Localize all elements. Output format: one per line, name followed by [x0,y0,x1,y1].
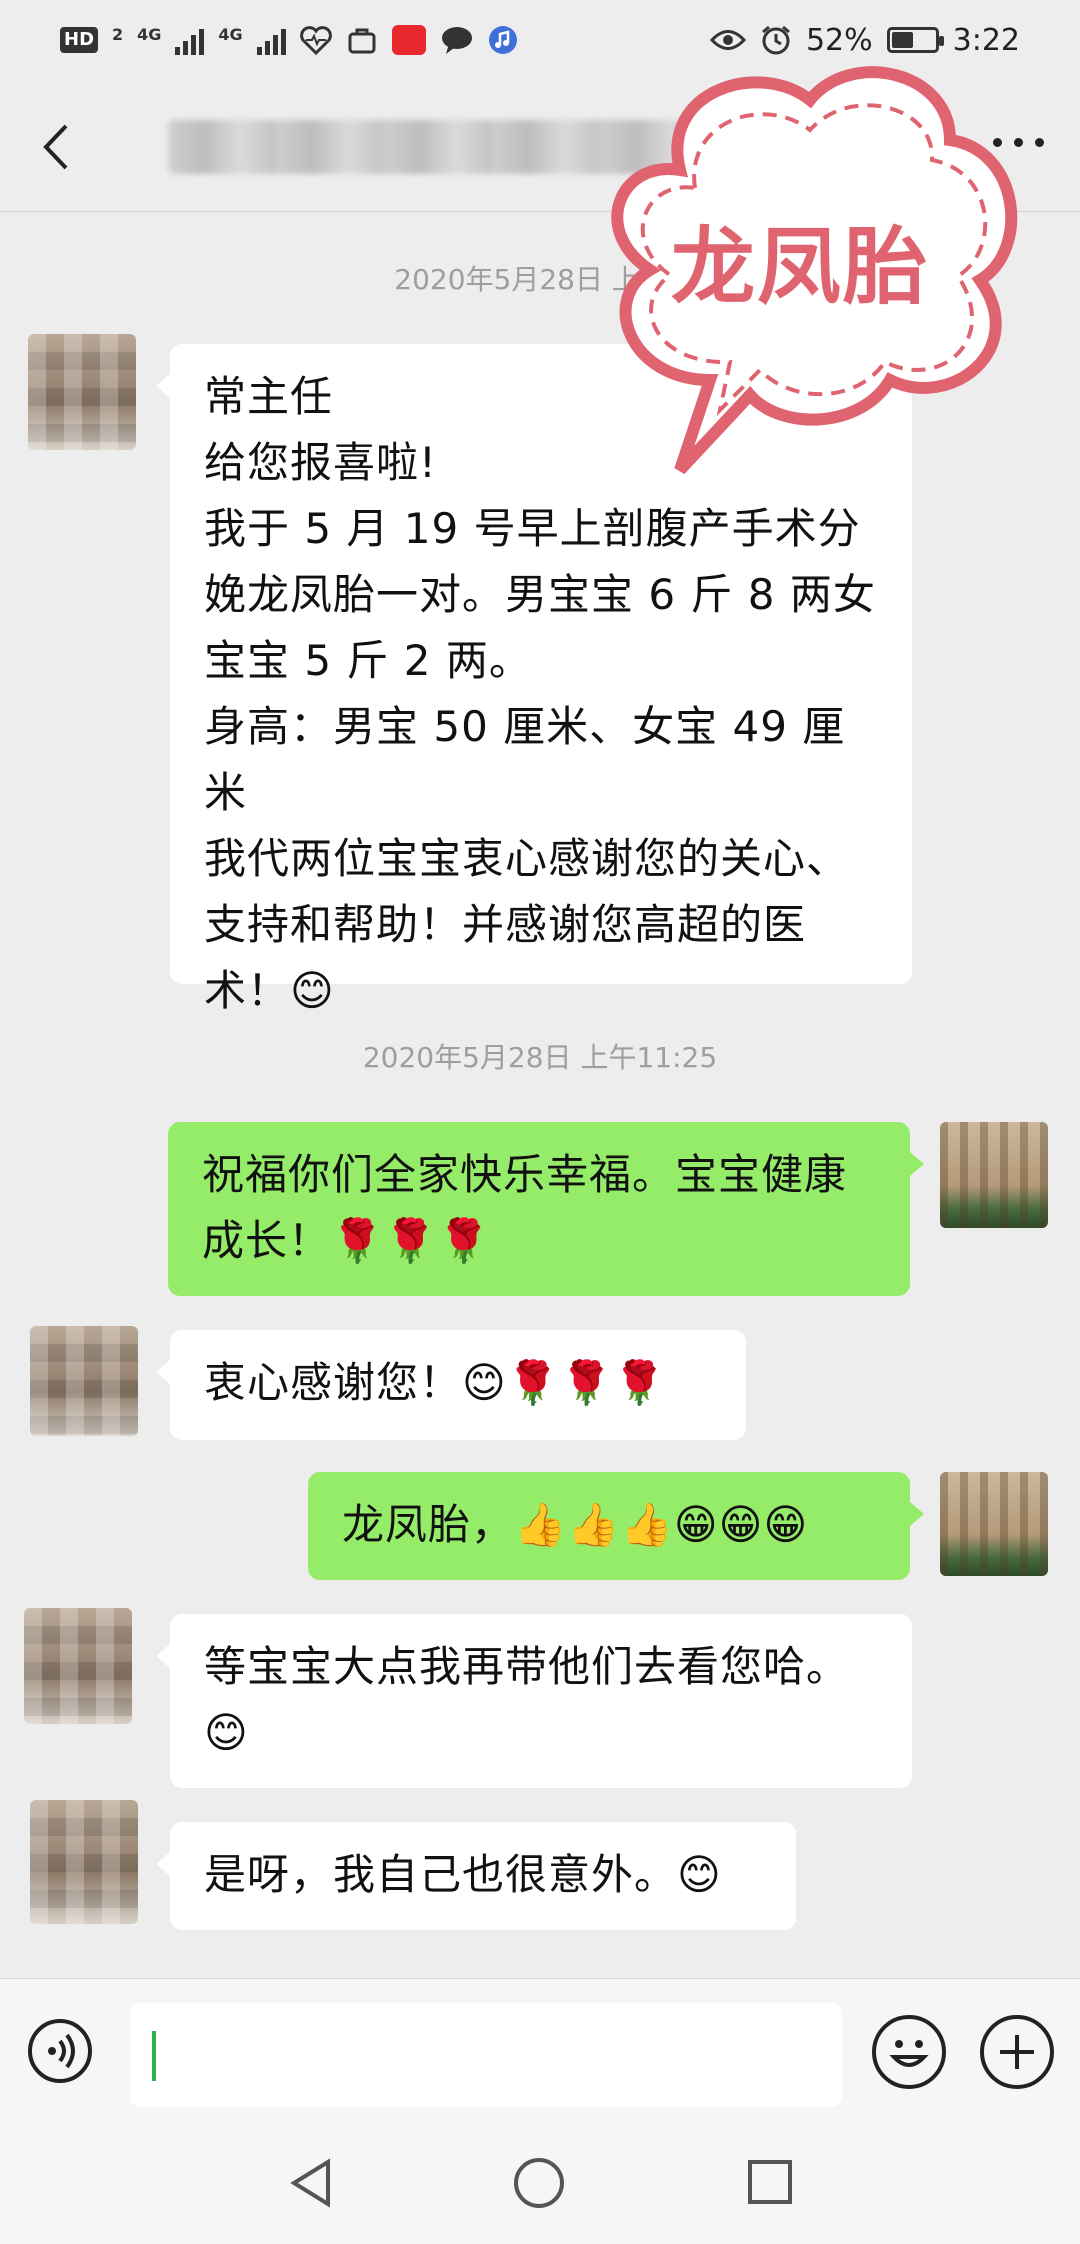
music-icon [488,26,517,54]
stamp-overlay: 龙凤胎 [560,50,1040,490]
plus-icon[interactable] [980,2015,1054,2089]
hd-icon: HD [60,27,99,53]
heart-pulse-icon [299,26,332,55]
message-bubble-incoming[interactable]: 等宝宝大点我再带他们去看您哈。😊 [156,1614,912,1788]
message-bubble-outgoing[interactable]: 龙凤胎，👍👍👍😁😁😁 [308,1472,924,1580]
avatar[interactable] [24,1608,132,1724]
system-nav-bar [0,2118,1080,2244]
nav-back-icon[interactable] [288,2158,336,2208]
avatar[interactable] [30,1326,138,1436]
message-input[interactable] [130,2003,842,2107]
text-caret [152,2031,156,2081]
avatar[interactable] [28,334,136,450]
battery-level [891,32,914,48]
network-type-2: 4G [218,25,243,44]
sim-indicator: 2 [112,25,124,44]
avatar[interactable] [940,1122,1048,1228]
nav-recent-icon[interactable] [748,2160,792,2204]
nav-home-icon[interactable] [514,2158,564,2208]
message-timestamp: 2020年5月28日 上午11:25 [362,1041,718,1074]
network-type-1: 4G [137,25,162,44]
bag-icon [348,28,376,54]
message-icon [441,27,472,54]
avatar[interactable] [30,1800,138,1924]
input-bar [0,1978,1080,2118]
message-bubble-incoming[interactable]: 是呀，我自己也很意外。😊 [156,1822,796,1930]
message-bubble-incoming[interactable]: 衷心感谢您！😊🌹🌹🌹 [156,1330,746,1440]
chevron-left-icon[interactable] [36,122,80,172]
stamp-text: 龙凤胎 [670,218,929,316]
signal-icon [175,25,205,55]
avatar[interactable] [940,1472,1048,1576]
signal-icon [256,25,286,55]
message-bubble-outgoing[interactable]: 祝福你们全家快乐幸福。宝宝健康成长！🌹🌹🌹 [168,1122,924,1296]
voice-icon[interactable] [28,2019,92,2083]
emoji-icon[interactable] [872,2015,946,2089]
huawei-app-icon [391,25,426,55]
status-left: HD 2 4G 4G [60,25,518,55]
